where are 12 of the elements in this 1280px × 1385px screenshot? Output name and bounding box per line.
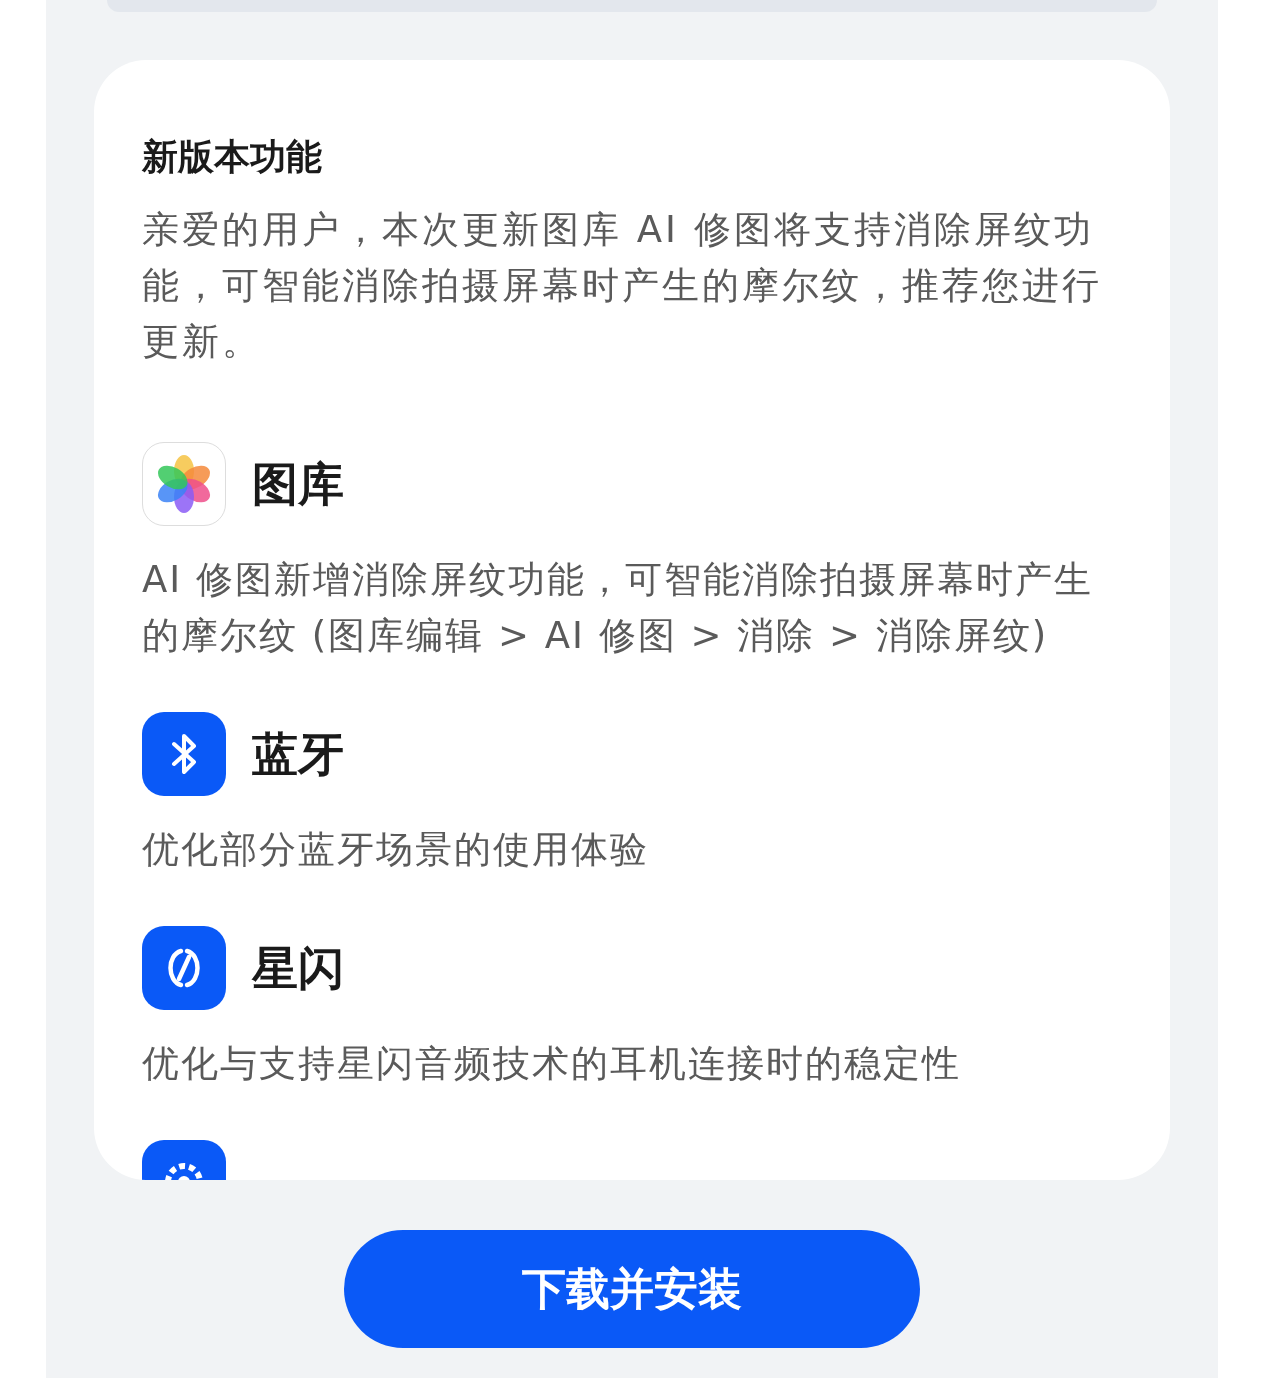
intro-text: 亲爱的用户，本次更新图库 AI 修图将支持消除屏纹功能，可智能消除拍摄屏幕时产生的摩尔纹，推荐您进行更新。 bbox=[142, 207, 1103, 365]
link-rings-icon bbox=[142, 926, 226, 1010]
download-install-button[interactable]: 下载并安装 bbox=[344, 1230, 920, 1348]
feature-description: 优化部分蓝牙场景的使用体验 bbox=[142, 827, 650, 873]
feature-description: 优化与支持星闪音频技术的耳机连接时的稳定性 bbox=[142, 1041, 962, 1087]
feature-name: 图库 bbox=[252, 456, 344, 513]
feature-description: AI 修图新增消除屏纹功能，可智能消除拍摄屏幕时产生的摩尔纹 (图库编辑 > AI 修图 > 消除 > 消除屏纹) bbox=[142, 557, 1094, 659]
bluetooth-icon bbox=[142, 712, 226, 796]
gallery-icon bbox=[142, 442, 226, 526]
feature-name: 星闪 bbox=[252, 940, 344, 997]
feature-name: 蓝牙 bbox=[252, 726, 344, 783]
section-title: 新版本功能 bbox=[142, 135, 323, 179]
